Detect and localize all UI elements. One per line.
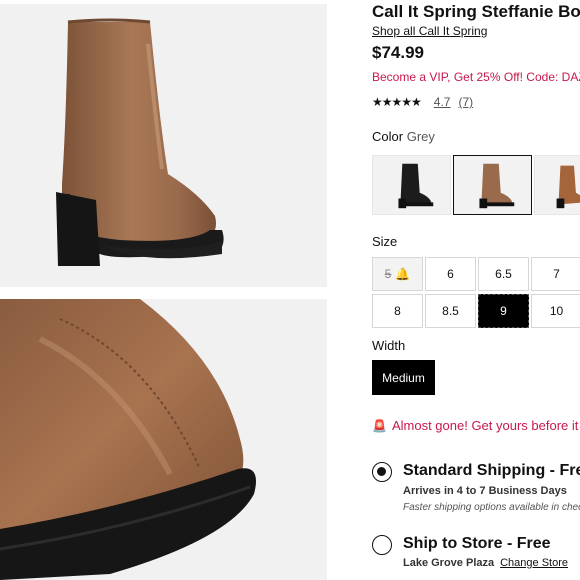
color-swatch-tan[interactable] (453, 155, 532, 215)
brown-boot-thumbnail-icon (556, 165, 580, 209)
product-price: $74.99 (372, 43, 424, 62)
change-store-link[interactable]: Change Store (500, 557, 568, 569)
boot-side-illustration (56, 18, 224, 266)
vip-promo-text: Become a VIP, Get 25% Off! Code: DAZZLIN… (372, 70, 580, 84)
standard-shipping-option[interactable]: Standard Shipping - Free Arrives in 4 to… (372, 460, 580, 520)
size-option-9[interactable]: 9 (478, 294, 529, 328)
bell-icon: 🔔 (395, 267, 411, 281)
product-title: Call It Spring Steffanie Bootie (372, 2, 580, 21)
star-rating-icon: ★★★★★ (372, 95, 422, 109)
color-selected-value: Grey (406, 129, 435, 144)
stock-alert-text: Almost gone! Get yours before it sells o… (391, 418, 580, 433)
boot-toe-closeup-illustration (0, 299, 256, 580)
standard-shipping-note: Faster shipping options available in che… (403, 502, 580, 513)
review-count-link[interactable]: (7) (458, 95, 473, 109)
color-swatch-brown[interactable] (534, 155, 580, 215)
size-option-label: 5 (384, 267, 392, 281)
product-image-side[interactable] (0, 4, 327, 287)
product-gallery (0, 0, 327, 580)
size-option-8[interactable]: 8 (372, 294, 423, 328)
rating-value-link[interactable]: 4.7 (434, 95, 451, 109)
color-swatch-list (372, 155, 580, 215)
size-label: Size (372, 234, 398, 249)
standard-shipping-eta: Arrives in 4 to 7 Business Days (403, 485, 567, 497)
size-option-7[interactable]: 7 (531, 257, 580, 291)
width-option-medium[interactable]: Medium (372, 360, 435, 395)
ship-to-store-title: Ship to Store - Free (403, 535, 551, 552)
tan-boot-thumbnail-icon (479, 163, 515, 209)
standard-shipping-title: Standard Shipping - Free (403, 462, 580, 479)
size-option-8-5[interactable]: 8.5 (425, 294, 476, 328)
size-option-6-5[interactable]: 6.5 (478, 257, 529, 291)
color-label: Color (372, 129, 404, 144)
stock-alert: 🚨 Almost gone! Get yours before it sells… (372, 418, 580, 433)
shop-brand-link[interactable]: Shop all Call It Spring (372, 24, 487, 38)
ship-to-store-option[interactable]: Ship to Store - Free Lake Grove Plaza Cha… (372, 534, 580, 580)
product-details-panel: Call It Spring Steffanie Bootie Shop all… (372, 0, 580, 580)
black-boot-thumbnail-icon (398, 163, 434, 209)
store-name: Lake Grove Plaza (403, 557, 495, 569)
ship-to-store-radio[interactable] (372, 535, 392, 555)
color-swatch-black[interactable] (372, 155, 451, 215)
rating-summary: ★★★★★ 4.7 (7) (372, 95, 473, 109)
product-image-toe-closeup[interactable] (0, 299, 327, 580)
size-option-6[interactable]: 6 (425, 257, 476, 291)
width-label: Width (372, 338, 406, 353)
size-option-10[interactable]: 10 (531, 294, 580, 328)
size-option-5[interactable]: 5 🔔 (372, 257, 423, 291)
store-name-row: Lake Grove Plaza Change Store (403, 557, 568, 569)
siren-icon: 🚨 (372, 418, 387, 433)
color-label-row: Color Grey (372, 129, 435, 144)
standard-shipping-radio[interactable] (372, 462, 392, 482)
